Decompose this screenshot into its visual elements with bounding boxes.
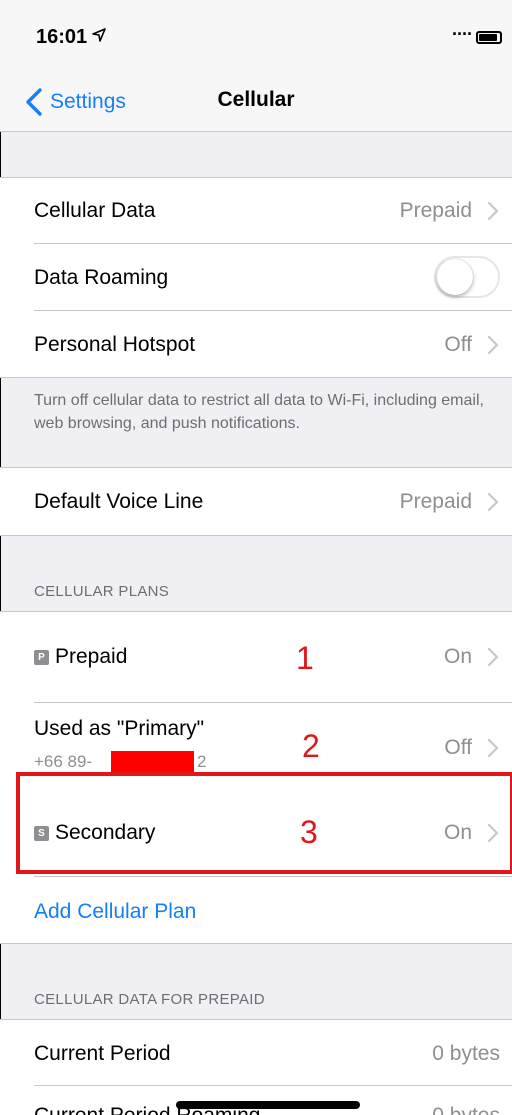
cellular-data-label: Cellular Data <box>34 199 156 222</box>
cellular-data-value: Prepaid <box>399 199 472 222</box>
data-roaming-row: Data Roaming <box>0 244 512 311</box>
cellular-data-row[interactable]: Cellular Data Prepaid <box>0 178 512 244</box>
plan-prepaid-value: On <box>443 645 472 668</box>
nav-bar: Settings Cellular <box>0 72 512 132</box>
plan-badge: P <box>34 650 49 665</box>
annotation-number: 1 <box>296 640 314 676</box>
highlight-box <box>16 772 512 874</box>
phone-number-prefix: +66 89- <box>34 752 93 771</box>
personal-hotspot-label: Personal Hotspot <box>34 333 196 356</box>
status-bar: 16:01 ···· <box>0 0 512 72</box>
default-voice-line-value: Prepaid <box>399 490 472 513</box>
current-period-label: Current Period <box>34 1042 171 1065</box>
divider <box>0 535 512 536</box>
battery-icon <box>476 31 502 44</box>
plan-prepaid-row[interactable]: P Prepaid On 1 <box>0 612 512 703</box>
data-roaming-toggle[interactable] <box>434 256 500 298</box>
page-title: Cellular <box>217 88 295 111</box>
add-cellular-plan-row[interactable]: Add Cellular Plan <box>0 877 512 943</box>
divider <box>0 377 512 378</box>
screen-edge <box>0 0 1 1115</box>
chevron-right-icon <box>487 492 499 512</box>
default-voice-line-label: Default Voice Line <box>34 490 204 513</box>
add-cellular-plan-link[interactable]: Add Cellular Plan <box>34 900 196 924</box>
chevron-right-icon <box>487 335 499 355</box>
current-period-value: 0 bytes <box>432 1042 500 1065</box>
annotation-number: 2 <box>302 728 320 764</box>
plan-prepaid-label: P Prepaid <box>34 645 127 669</box>
phone-number-suffix: 2 <box>197 752 207 771</box>
chevron-right-icon <box>487 738 499 758</box>
data-for-prepaid-header: CELLULAR DATA FOR PREPAID <box>34 991 265 1008</box>
default-voice-line-row[interactable]: Default Voice Line Prepaid <box>0 468 512 535</box>
home-indicator <box>176 1101 360 1109</box>
current-period-row: Current Period 0 bytes <box>0 1020 512 1086</box>
status-time: 16:01 <box>36 26 88 48</box>
chevron-right-icon <box>487 201 499 221</box>
chevron-right-icon <box>487 647 499 667</box>
toggle-knob <box>437 259 473 295</box>
plan-primary-value: Off <box>444 736 472 759</box>
current-period-roaming-value: 0 bytes <box>432 1104 500 1115</box>
data-roaming-label: Data Roaming <box>34 266 169 289</box>
personal-hotspot-row[interactable]: Personal Hotspot Off <box>0 311 512 377</box>
cellular-data-footer: Turn off cellular data to restrict all d… <box>34 392 484 432</box>
signal-dots-icon: ···· <box>452 24 473 44</box>
redaction-box <box>111 751 194 774</box>
location-arrow-icon <box>92 28 106 47</box>
personal-hotspot-value: Off <box>444 333 472 356</box>
divider <box>0 943 512 944</box>
cellular-plans-header: CELLULAR PLANS <box>34 583 170 600</box>
plan-primary-label: Used as "Primary" <box>34 717 205 740</box>
